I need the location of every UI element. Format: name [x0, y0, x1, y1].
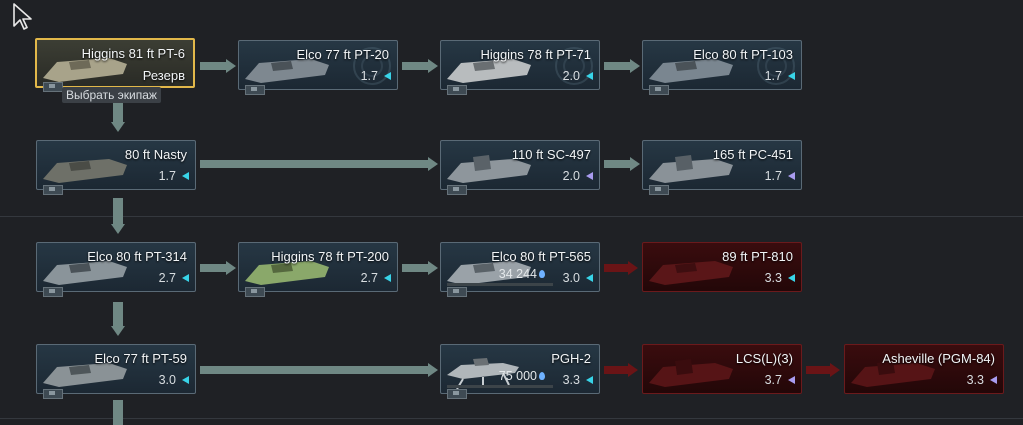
- crew-slot-icon[interactable]: [245, 287, 265, 297]
- vehicle-name: PGH-2: [551, 351, 591, 366]
- vehicle-card-110ft-sc497[interactable]: 110 ft SC-497 2.0: [440, 140, 600, 195]
- vehicle-name: 80 ft Nasty: [124, 147, 187, 162]
- vehicle-name: Elco 77 ft PT-59: [94, 351, 188, 366]
- vehicle-name: 89 ft PT-810: [722, 249, 793, 264]
- vehicle-name: 110 ft SC-497: [511, 147, 591, 162]
- vehicle-card-lcs-l-3[interactable]: LCS(L)(3) 3.7: [642, 344, 802, 394]
- battle-rating: 3.7: [764, 373, 782, 387]
- row-divider: [0, 418, 1023, 419]
- rank-triangle-icon: [586, 72, 593, 80]
- research-points-icon: [539, 372, 545, 380]
- vehicle-card-asheville-pgm84[interactable]: Asheville (PGM-84) 3.3: [844, 344, 1004, 394]
- research-cost: 34 244: [498, 267, 537, 281]
- research-progress-bar: [447, 283, 553, 286]
- vehicle-name: Elco 80 ft PT-314: [87, 249, 187, 264]
- rank-triangle-icon: [182, 376, 189, 384]
- vehicle-name: Asheville (PGM-84): [882, 351, 995, 366]
- vehicle-name: Higgins 78 ft PT-71: [480, 47, 591, 62]
- rank-triangle-icon: [384, 72, 391, 80]
- battle-rating: 1.7: [764, 69, 782, 83]
- crew-slot-icon[interactable]: [447, 389, 467, 399]
- rank-triangle-icon: [788, 172, 795, 180]
- research-cost: 75 000: [498, 369, 537, 383]
- rank-triangle-icon: [586, 172, 593, 180]
- rank-triangle-icon: [788, 274, 795, 282]
- vehicle-name: Higgins 78 ft PT-200: [271, 249, 389, 264]
- battle-rating: 2.0: [562, 169, 580, 183]
- rank-triangle-icon: [990, 376, 997, 384]
- vehicle-card-elco-80-pt103[interactable]: Elco 80 ft PT-103 1.7: [642, 40, 802, 95]
- crew-slot-icon[interactable]: [447, 185, 467, 195]
- boat-thumbnail: [649, 359, 733, 387]
- vehicle-card-higgins-78-pt200[interactable]: Higgins 78 ft PT-200 2.7: [238, 242, 398, 297]
- vehicle-card-higgins-78-pt71[interactable]: Higgins 78 ft PT-71 2.0: [440, 40, 600, 95]
- rank-triangle-icon: [586, 274, 593, 282]
- vehicle-name: Elco 77 ft PT-20: [296, 47, 390, 62]
- row-divider: [0, 216, 1023, 217]
- rank-triangle-icon: [182, 274, 189, 282]
- battle-rating: 3.3: [764, 271, 782, 285]
- battle-rating: 2.0: [562, 69, 580, 83]
- crew-slot-icon[interactable]: [649, 85, 669, 95]
- vehicle-name: Higgins 81 ft PT-6: [81, 46, 185, 61]
- vehicle-card-89ft-pt810[interactable]: 89 ft PT-810 3.3: [642, 242, 802, 292]
- crew-slot-icon[interactable]: [245, 85, 265, 95]
- battle-rating: 2.7: [158, 271, 176, 285]
- rank-triangle-icon: [586, 376, 593, 384]
- crew-slot-icon[interactable]: [43, 82, 63, 92]
- battle-rating: 3.3: [562, 373, 580, 387]
- research-progress-bar: [447, 385, 553, 388]
- crew-slot-icon[interactable]: [43, 287, 63, 297]
- battle-rating: 3.0: [158, 373, 176, 387]
- vehicle-card-80ft-nasty[interactable]: 80 ft Nasty 1.7: [36, 140, 196, 195]
- vehicle-name: Elco 80 ft PT-103: [693, 47, 793, 62]
- vehicle-name: 165 ft PC-451: [712, 147, 793, 162]
- battle-rating: 3.3: [966, 373, 984, 387]
- battle-rating: 1.7: [764, 169, 782, 183]
- rank-triangle-icon: [788, 72, 795, 80]
- crew-slot-icon[interactable]: [447, 287, 467, 297]
- battle-rating: 2.7: [360, 271, 378, 285]
- rank-triangle-icon: [384, 274, 391, 282]
- rank-triangle-icon: [182, 172, 189, 180]
- vehicle-card-elco-77-pt59[interactable]: Elco 77 ft PT-59 3.0: [36, 344, 196, 399]
- vehicle-card-165ft-pc451[interactable]: 165 ft PC-451 1.7: [642, 140, 802, 195]
- crew-slot-icon[interactable]: [649, 185, 669, 195]
- vehicle-name: LCS(L)(3): [735, 351, 793, 366]
- reserve-label: Резерв: [142, 68, 185, 83]
- vehicle-name: Elco 80 ft PT-565: [491, 249, 591, 264]
- vehicle-card-elco-80-pt314[interactable]: Elco 80 ft PT-314 2.7: [36, 242, 196, 297]
- research-points-icon: [539, 270, 545, 278]
- vehicle-card-pgh-2[interactable]: PGH-2 75 000 3.3: [440, 344, 600, 399]
- battle-rating: 3.0: [562, 271, 580, 285]
- crew-slot-icon[interactable]: [43, 185, 63, 195]
- battle-rating: 1.7: [360, 69, 378, 83]
- rank-triangle-icon: [788, 376, 795, 384]
- boat-thumbnail: [43, 159, 127, 183]
- vehicle-card-elco-77-pt20[interactable]: Elco 77 ft PT-20 1.7: [238, 40, 398, 95]
- select-crew-tooltip: Выбрать экипаж: [62, 87, 161, 103]
- crew-slot-icon[interactable]: [43, 389, 63, 399]
- mouse-cursor-icon: [13, 3, 32, 30]
- battle-rating: 1.7: [158, 169, 176, 183]
- vehicle-card-elco-80-pt565[interactable]: Elco 80 ft PT-565 34 244 3.0: [440, 242, 600, 297]
- vehicle-card-higgins-81-pt6[interactable]: Higgins 81 ft PT-6 Резерв: [35, 38, 195, 92]
- crew-slot-icon[interactable]: [447, 85, 467, 95]
